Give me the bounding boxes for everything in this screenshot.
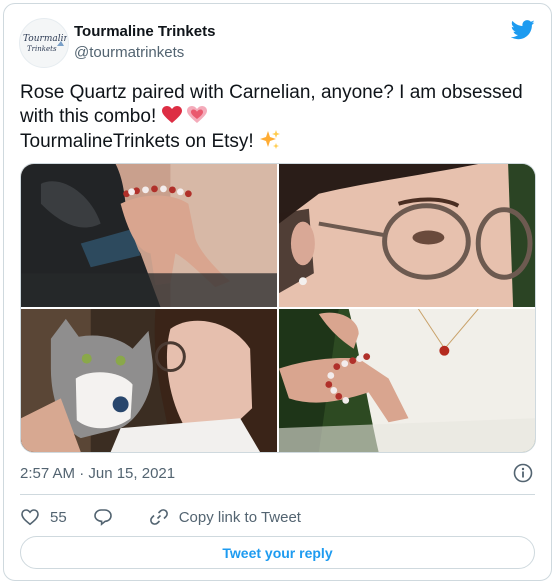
reply-bubble-icon — [93, 509, 112, 526]
tweet-line-2-text: TourmalineTrinkets on Etsy! — [20, 131, 254, 152]
reply-action[interactable] — [93, 507, 123, 527]
link-icon — [149, 509, 168, 525]
author-name[interactable]: Tourmaline Trinkets — [74, 23, 215, 40]
photo-hand-bracelet-dog[interactable] — [21, 164, 277, 307]
photo-cat-woman[interactable] — [21, 309, 277, 452]
sparkling-heart-icon — [186, 106, 207, 123]
svg-text:Trinkets: Trinkets — [27, 45, 57, 53]
copy-link-label: Copy link to Tweet — [178, 508, 301, 526]
tweet-line-1-text: Rose Quartz paired with Carnelian, anyon… — [20, 82, 523, 127]
avatar[interactable]: Tourmaline Trinkets — [19, 18, 69, 68]
divider — [20, 494, 535, 495]
sparkles-icon — [260, 130, 280, 149]
info-icon[interactable] — [513, 463, 533, 483]
heart-icon — [21, 509, 39, 526]
tourmaline-trinkets-logo-icon: Tourmaline Trinkets — [23, 34, 67, 53]
tweet-actions: 55 Copy link to Tweet — [20, 504, 327, 530]
tweet-line-2: TourmalineTrinkets on Etsy! — [20, 129, 540, 154]
tweet-text: Rose Quartz paired with Carnelian, anyon… — [20, 81, 540, 154]
photo-woman-glasses[interactable] — [279, 164, 535, 307]
like-button[interactable]: 55 — [20, 507, 67, 527]
like-count: 55 — [50, 508, 67, 526]
red-heart-icon — [161, 106, 182, 123]
tweet-card: Tourmaline Trinkets Tourmaline Trinkets … — [3, 3, 552, 581]
twitter-bird-icon[interactable] — [511, 20, 535, 40]
tweet-timestamp[interactable]: 2:57 AM · Jun 15, 2021 — [20, 465, 175, 482]
copy-link-button[interactable]: Copy link to Tweet — [149, 507, 301, 527]
author-handle[interactable]: @tourmatrinkets — [74, 44, 184, 61]
tweet-line-1: Rose Quartz paired with Carnelian, anyon… — [20, 81, 540, 129]
tweet-your-reply-button[interactable]: Tweet your reply — [20, 536, 535, 569]
photo-bracelet-white-dress[interactable] — [279, 309, 535, 452]
photo-grid — [20, 163, 536, 453]
